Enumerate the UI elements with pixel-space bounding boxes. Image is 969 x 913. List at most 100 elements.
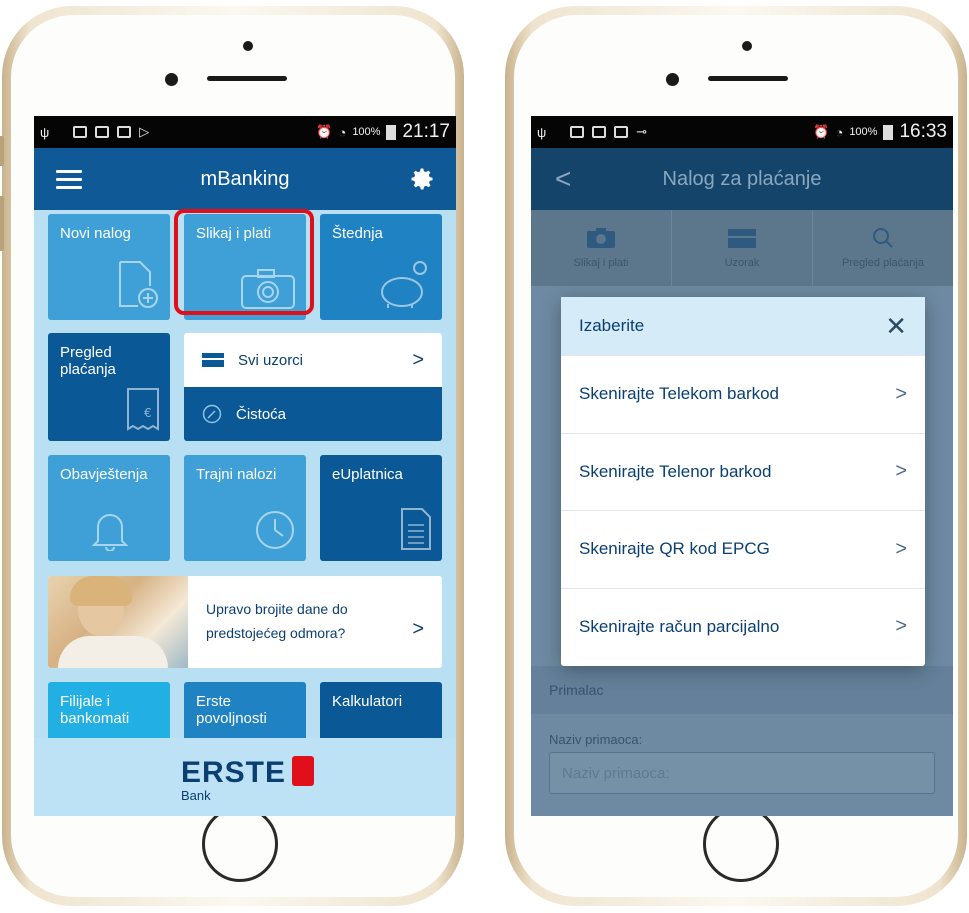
option-label: Skenirajte račun parcijalno xyxy=(579,616,780,636)
front-camera xyxy=(666,73,679,86)
app-bar: < Nalog za plaćanje xyxy=(531,148,953,210)
tile-label: Štednja xyxy=(332,225,383,242)
back-arrow-icon[interactable]: < xyxy=(555,163,571,195)
promo-text: Upravo brojite dane do predstojećeg odmo… xyxy=(188,576,442,668)
home-button[interactable] xyxy=(703,806,779,882)
tile-label: Pregled plaćanja xyxy=(60,344,116,378)
svi-uzorci-row[interactable]: Svi uzorci > xyxy=(184,333,442,387)
tile-label: Erste povoljnosti xyxy=(196,693,267,727)
action-toolbar: Slikaj i plati Uzorak Pregled plaćanja xyxy=(531,210,953,286)
earpiece-speaker xyxy=(708,76,788,81)
app-title: mBanking xyxy=(200,167,290,190)
promo-banner[interactable]: Upravo brojite dane do predstojećeg odmo… xyxy=(48,576,442,668)
left-phone: ψ ▷ ⏰ ◔ 100% 21:17 mBanking Novi nalog S… xyxy=(0,6,464,906)
piggy-bank-icon xyxy=(381,261,427,308)
battery-percent: 100% xyxy=(849,126,878,138)
toolbar-label: Slikaj i plati xyxy=(573,257,629,269)
gear-icon[interactable] xyxy=(408,165,436,193)
option-qr-epcg[interactable]: Skenirajte QR kod EPCG > xyxy=(561,510,925,588)
tile-label: Novi nalog xyxy=(60,225,131,242)
tile-stednja[interactable]: Štednja xyxy=(320,214,442,320)
option-telekom[interactable]: Skenirajte Telekom barkod > xyxy=(561,355,925,433)
tile-novi-nalog[interactable]: Novi nalog xyxy=(48,214,170,320)
usb-icon: ψ xyxy=(40,124,50,140)
right-phone: ψ ⊸ ⏰ ◔ 100% 16:33 < Nalog za plaćanje S… xyxy=(505,6,967,906)
key-icon: ⊸ xyxy=(636,124,648,139)
svi-uzorci-label: Svi uzorci xyxy=(238,351,304,369)
right-screen: ψ ⊸ ⏰ ◔ 100% 16:33 < Nalog za plaćanje S… xyxy=(531,116,953,816)
chevron-right-icon: > xyxy=(412,618,424,640)
tile-label: Obavještenja xyxy=(60,466,148,483)
tile-label: Trajni nalozi xyxy=(196,466,277,483)
cistoca-row[interactable]: Čistoća xyxy=(184,387,442,441)
clock-icon xyxy=(256,511,294,549)
new-document-icon xyxy=(119,261,158,308)
alarm-icon: ⏰ xyxy=(813,124,830,139)
dialog-header: Izaberite ✕ xyxy=(561,297,925,355)
mail-icon xyxy=(117,126,132,138)
toolbar-uzorak[interactable]: Uzorak xyxy=(672,210,813,286)
option-label: Skenirajte Telenor barkod xyxy=(579,461,772,481)
sd-icon xyxy=(73,126,88,138)
tile-obavjestenja[interactable]: Obavještenja xyxy=(48,455,170,561)
section-label: Primalac xyxy=(549,682,604,698)
volume-up-button xyxy=(0,196,4,251)
promo-photo xyxy=(48,576,188,668)
earpiece-speaker xyxy=(207,76,287,81)
toolbar-slikaj-i-plati[interactable]: Slikaj i plati xyxy=(531,210,672,286)
chevron-right-icon: > xyxy=(895,615,907,638)
toolbar-label: Pregled plaćanja xyxy=(842,257,924,269)
cistoca-label: Čistoća xyxy=(236,405,287,423)
sensor-dot xyxy=(243,41,253,51)
front-camera xyxy=(165,73,178,86)
pencil-circle-icon xyxy=(202,404,222,424)
sensor-dot xyxy=(742,41,752,51)
recipient-name-input[interactable]: Naziv primaoca: xyxy=(549,752,935,794)
tile-euplatnica[interactable]: eUplatnica xyxy=(320,455,442,561)
alarm-icon: ⏰ xyxy=(316,124,333,139)
home-button[interactable] xyxy=(202,806,278,882)
tile-label: Filijale i bankomati xyxy=(60,693,130,727)
clock: 21:17 xyxy=(402,121,450,142)
battery-icon xyxy=(883,124,894,140)
promo-line-1: Upravo brojite dane do xyxy=(206,601,348,617)
erste-logo: ERSTE xyxy=(181,756,287,789)
battery-icon xyxy=(386,124,397,140)
receipt-icon: € xyxy=(127,388,159,431)
tile-trajni-nalozi[interactable]: Trajni nalozi xyxy=(184,455,306,561)
tile-pregled-placanja[interactable]: Pregled plaćanja € xyxy=(48,333,170,441)
tray-icon xyxy=(202,353,224,367)
toolbar-pregled-placanja[interactable]: Pregled plaćanja xyxy=(813,210,953,286)
field-label: Naziv primaoca: xyxy=(549,732,643,747)
close-icon[interactable]: ✕ xyxy=(885,311,907,342)
dialog-title: Izaberite xyxy=(579,316,645,335)
play-icon: ▷ xyxy=(139,124,150,139)
erste-s-mark-icon xyxy=(292,756,314,786)
left-screen: ψ ▷ ⏰ ◔ 100% 21:17 mBanking Novi nalog S… xyxy=(34,116,456,816)
promo-line-2: predstojećeg odmora? xyxy=(206,624,346,641)
highlight-outline xyxy=(174,209,314,315)
camera-icon xyxy=(587,228,615,248)
app-title: Nalog za plaćanje xyxy=(662,167,822,190)
logo-bar: ERSTE Bank xyxy=(34,738,456,816)
app-bar: mBanking xyxy=(34,148,456,210)
choice-dialog: Izaberite ✕ Skenirajte Telekom barkod > … xyxy=(561,297,925,666)
image-icon xyxy=(95,126,110,138)
option-telenor[interactable]: Skenirajte Telenor barkod > xyxy=(561,432,925,511)
chevron-right-icon: > xyxy=(895,382,907,405)
chevron-right-icon: > xyxy=(895,537,907,560)
tile-label: eUplatnica xyxy=(332,466,403,483)
menu-icon[interactable] xyxy=(56,170,82,190)
option-racun-parcijalno[interactable]: Skenirajte račun parcijalno > xyxy=(561,587,925,666)
erste-logo-sub: Bank xyxy=(181,788,211,803)
status-bar: ψ ⊸ ⏰ ◔ 100% 16:33 xyxy=(531,116,953,148)
chevron-right-icon: > xyxy=(895,460,907,483)
sd-icon xyxy=(570,126,585,138)
usb-icon: ψ xyxy=(537,124,547,140)
wifi-icon: ◔ xyxy=(338,124,347,140)
battery-percent: 100% xyxy=(352,126,381,138)
option-label: Skenirajte Telekom barkod xyxy=(579,384,780,404)
status-bar: ψ ▷ ⏰ ◔ 100% 21:17 xyxy=(34,116,456,148)
bell-icon xyxy=(91,514,129,551)
mute-switch xyxy=(0,136,4,166)
